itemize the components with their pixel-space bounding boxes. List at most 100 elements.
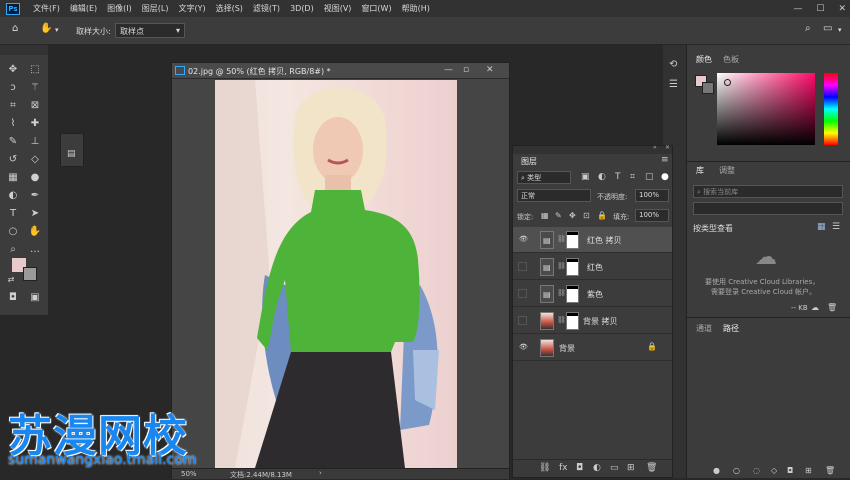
menu-edit[interactable]: 编辑(E) xyxy=(65,3,102,14)
properties-icon[interactable]: ☰ xyxy=(669,79,678,90)
tab-layers[interactable]: 图层 xyxy=(515,154,543,168)
bg-color-chip[interactable] xyxy=(702,82,714,94)
layer-row[interactable]: ▤ ⛓ 红色 xyxy=(513,254,672,280)
layer-row[interactable]: ▤ ⛓ 紫色 xyxy=(513,281,672,307)
fill-path-icon[interactable]: ● xyxy=(713,466,720,475)
history-icon[interactable]: ⟲ xyxy=(669,59,677,70)
link-layers-icon[interactable]: ⛓ xyxy=(539,463,550,473)
lock-position-icon[interactable]: ✥ xyxy=(569,211,576,220)
document-title-bar[interactable]: 02.jpg @ 50% (红色 拷贝, RGB/8#) * — ▫ ✕ xyxy=(172,63,509,79)
delete-path-icon[interactable]: 🗑 xyxy=(825,466,835,475)
lock-pixels-icon[interactable]: ✎ xyxy=(555,211,562,220)
more-tools-icon[interactable]: … xyxy=(28,243,42,257)
background-color-swatch[interactable] xyxy=(23,267,37,281)
path-selection-icon[interactable]: ➤ xyxy=(28,207,42,221)
lasso-tool-icon[interactable]: ↄ xyxy=(6,81,20,95)
delete-layer-icon[interactable]: 🗑 xyxy=(646,463,657,473)
workspace-icon[interactable]: ▭ xyxy=(823,23,832,34)
library-select[interactable] xyxy=(693,202,843,215)
menu-help[interactable]: 帮助(H) xyxy=(397,3,435,14)
layer-name[interactable]: 背景 xyxy=(559,343,575,354)
chevron-down-icon[interactable]: ▾ xyxy=(838,26,842,34)
type-tool-icon[interactable]: T xyxy=(6,207,20,221)
tab-channels[interactable]: 通道 xyxy=(690,321,718,335)
menu-image[interactable]: 图像(I) xyxy=(102,3,137,14)
collapsed-panel[interactable]: ▤ xyxy=(60,133,84,167)
hand-tool-icon[interactable]: ✋ xyxy=(28,225,42,239)
tab-swatches[interactable]: 色板 xyxy=(717,52,745,66)
swap-colors-icon[interactable]: ⇄ xyxy=(4,273,18,287)
filter-adjustment-icon[interactable]: ◐ xyxy=(598,172,606,182)
layer-style-icon[interactable]: fx xyxy=(559,463,568,473)
mask-link-icon[interactable]: ⛓ xyxy=(557,316,566,324)
filter-toggle-icon[interactable]: ● xyxy=(661,172,669,182)
add-mask-icon[interactable]: ◘ xyxy=(787,466,793,475)
dodge-tool-icon[interactable]: ◐ xyxy=(6,189,20,203)
maximize-button[interactable]: ☐ xyxy=(816,4,824,14)
new-layer-icon[interactable]: ⊞ xyxy=(627,463,635,473)
close-button[interactable]: ✕ xyxy=(838,4,846,14)
layer-row[interactable]: ⛓ 背景 拷贝 xyxy=(513,308,672,334)
history-brush-icon[interactable]: ↺ xyxy=(6,153,20,167)
fill-input[interactable]: 100% xyxy=(635,209,669,222)
screen-mode-icon[interactable]: ▣ xyxy=(28,291,42,305)
menu-window[interactable]: 窗口(W) xyxy=(356,3,396,14)
layer-name[interactable]: 红色 拷贝 xyxy=(587,235,622,246)
mask-link-icon[interactable]: ⛓ xyxy=(557,289,566,297)
collapse-icon[interactable]: » xyxy=(653,144,657,151)
menu-select[interactable]: 选择(S) xyxy=(211,3,248,14)
doc-minimize-icon[interactable]: — xyxy=(444,65,453,75)
hue-slider[interactable] xyxy=(824,73,838,145)
new-adjustment-icon[interactable]: ◐ xyxy=(593,463,601,473)
doc-close-icon[interactable]: ✕ xyxy=(486,65,494,75)
layer-mask-thumbnail[interactable] xyxy=(566,258,579,276)
layer-name[interactable]: 红色 xyxy=(587,262,603,273)
quick-mask-icon[interactable]: ◘ xyxy=(6,291,20,305)
stroke-path-icon[interactable]: ○ xyxy=(733,466,740,475)
ellipse-tool-icon[interactable]: ○ xyxy=(6,225,20,239)
layer-mask-thumbnail[interactable] xyxy=(566,312,579,330)
color-field[interactable] xyxy=(717,73,815,145)
mask-link-icon[interactable]: ⛓ xyxy=(557,235,566,243)
visibility-eye-icon[interactable]: 👁 xyxy=(519,235,528,244)
clone-stamp-icon[interactable]: ⊥ xyxy=(28,135,42,149)
menu-type[interactable]: 文字(Y) xyxy=(173,3,210,14)
tab-adjustments[interactable]: 调整 xyxy=(713,163,741,177)
doc-maximize-icon[interactable]: ▫ xyxy=(463,65,469,75)
crop-tool-icon[interactable]: ⌗ xyxy=(6,99,20,113)
opacity-input[interactable]: 100% xyxy=(635,189,669,202)
gradient-tool-icon[interactable]: ▦ xyxy=(6,171,20,185)
magic-wand-icon[interactable]: ⚚ xyxy=(28,81,42,95)
add-mask-icon[interactable]: ◘ xyxy=(576,463,583,473)
visibility-eye-icon[interactable]: 👁 xyxy=(519,343,528,352)
brush-tool-icon[interactable]: ✎ xyxy=(6,135,20,149)
home-icon[interactable]: ⌂ xyxy=(12,23,18,34)
menu-layer[interactable]: 图层(L) xyxy=(137,3,174,14)
eyedropper-preset-icon[interactable]: ✋ xyxy=(40,23,52,34)
layer-name[interactable]: 背景 拷贝 xyxy=(583,316,618,327)
list-view-icon[interactable]: ☰ xyxy=(832,222,840,232)
eraser-tool-icon[interactable]: ◇ xyxy=(28,153,42,167)
blend-mode-select[interactable]: 正常 xyxy=(517,189,591,202)
pen-tool-icon[interactable]: ✒ xyxy=(28,189,42,203)
marquee-tool-icon[interactable]: ⬚ xyxy=(28,63,42,77)
layer-row[interactable]: 👁 ▤ ⛓ 红色 拷贝 xyxy=(513,227,672,253)
library-search-input[interactable]: ⌕ 搜索当前库 xyxy=(693,185,843,198)
layer-row[interactable]: 👁 背景 🔒 xyxy=(513,335,672,361)
layer-filter-select[interactable]: ⌕ 类型 xyxy=(517,171,571,184)
frame-tool-icon[interactable]: ⊠ xyxy=(28,99,42,113)
layer-mask-thumbnail[interactable] xyxy=(566,285,579,303)
layer-comps-icon[interactable]: ▤ xyxy=(67,149,76,159)
lock-all-icon[interactable]: 🔒 xyxy=(597,211,607,220)
filter-type-icon[interactable]: T xyxy=(615,172,621,182)
grid-view-icon[interactable]: ▦ xyxy=(817,222,826,232)
cloud-sync-icon[interactable]: ☁ xyxy=(811,303,819,312)
filter-shape-icon[interactable]: ⌗ xyxy=(630,172,635,182)
filter-smart-object-icon[interactable]: ▢ xyxy=(645,172,654,182)
menu-file[interactable]: 文件(F) xyxy=(28,3,65,14)
delete-icon[interactable]: 🗑 xyxy=(827,303,837,312)
visibility-off-icon[interactable] xyxy=(518,262,527,271)
blur-tool-icon[interactable]: ● xyxy=(28,171,42,185)
new-path-icon[interactable]: ⊞ xyxy=(805,466,812,475)
chevron-down-icon[interactable]: ▾ xyxy=(55,26,59,34)
